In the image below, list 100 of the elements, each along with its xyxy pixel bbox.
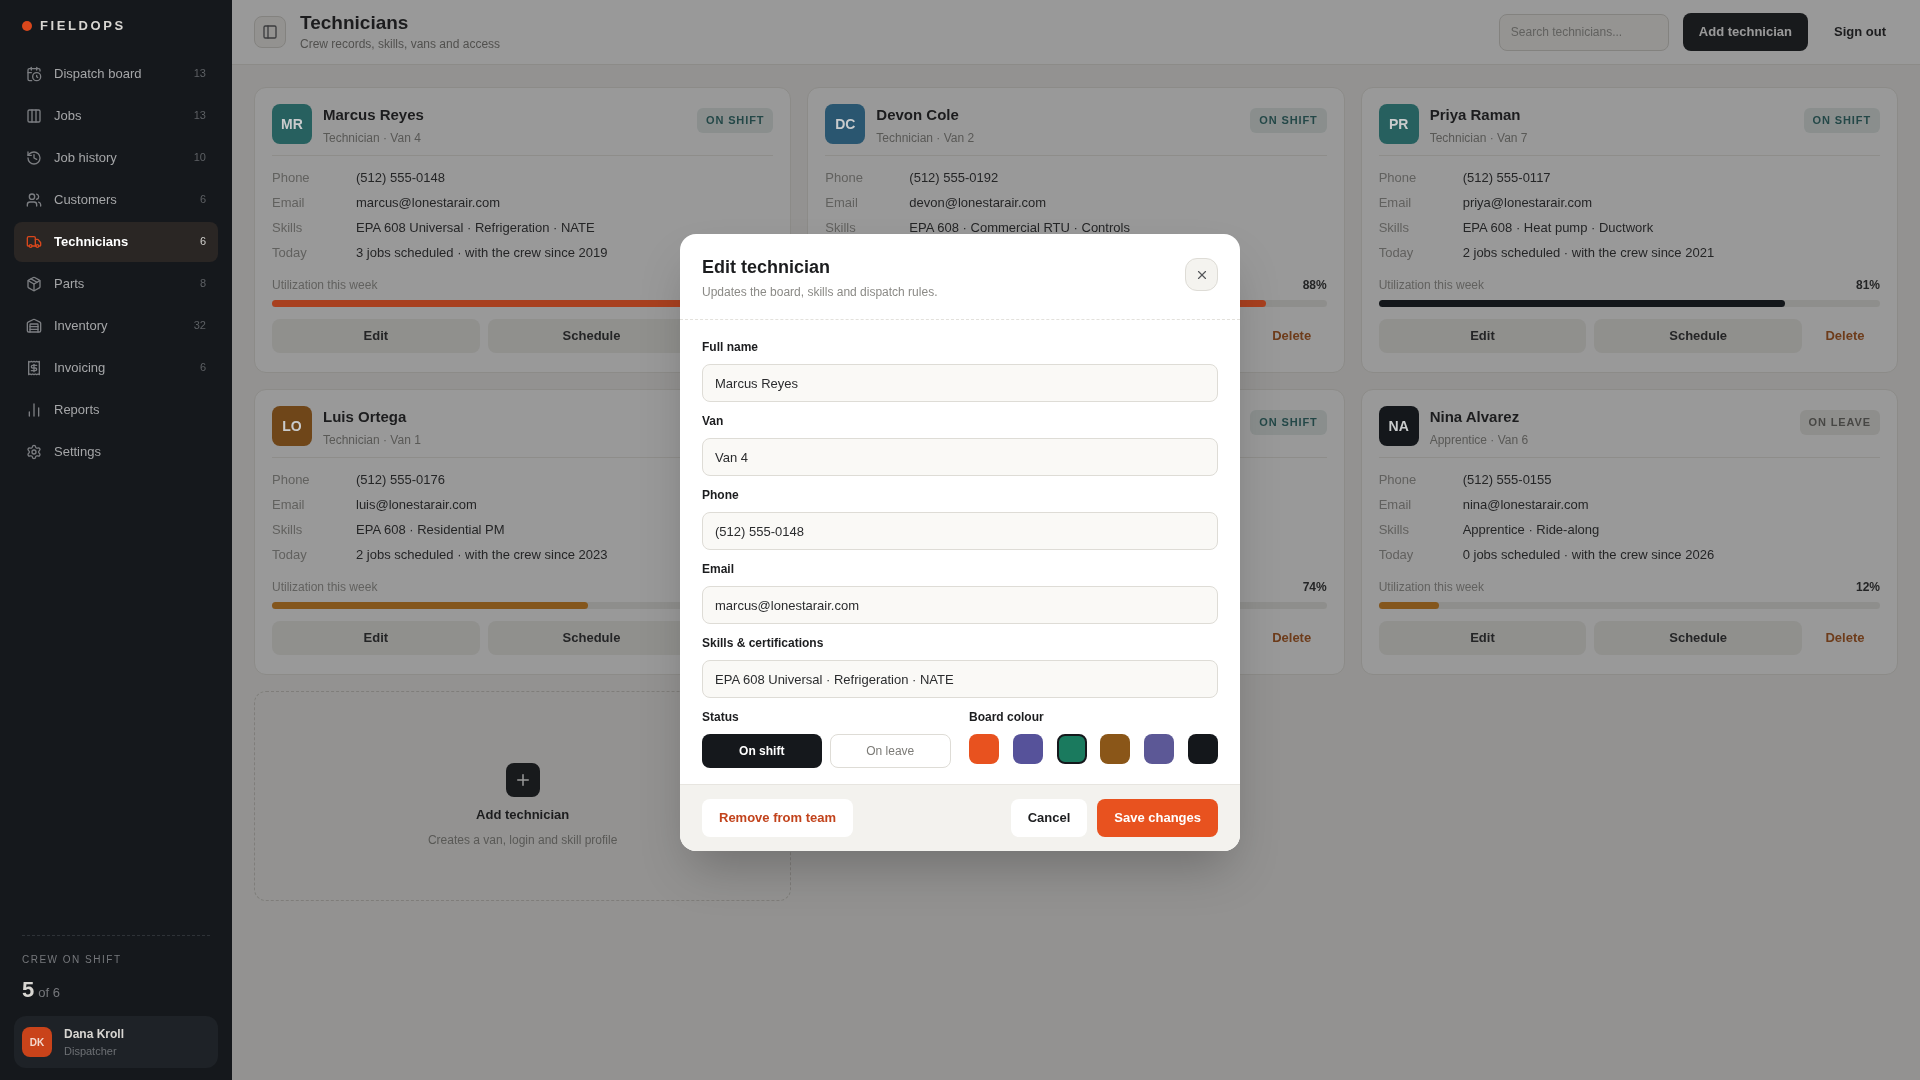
avatar: MR [272, 104, 312, 144]
page-title: Technicians [300, 11, 410, 35]
add-card-description: Creates a van, login and skill profile [427, 831, 618, 849]
field-label: Status [702, 709, 740, 726]
technician-role: Technician · Van 2 [876, 129, 975, 147]
text-field[interactable]: marcus@lonestarair.com [702, 586, 1218, 624]
save-button[interactable]: Save changes [1097, 799, 1218, 837]
nav-item[interactable]: Technicians 6 [14, 221, 218, 262]
detail-value: (512) 555-0148 [356, 169, 445, 187]
detail-value: 3 jobs scheduled · with the crew since 2019 [356, 244, 608, 262]
dialog-subtitle: Updates the board, skills and dispatch rules. [702, 284, 938, 301]
nav-item[interactable]: Inventory 32 [14, 305, 218, 346]
schedule-button[interactable]: Schedule [1594, 621, 1802, 655]
nav-label: Dispatch board [54, 64, 143, 83]
detail-label: Email [272, 194, 306, 212]
cancel-button[interactable]: Cancel [1010, 799, 1088, 837]
add-card-title: Add technician [476, 806, 570, 825]
detail-value: EPA 608 · Heat pump · Ductwork [1462, 219, 1654, 237]
technician-role: Apprentice · Van 6 [1429, 431, 1529, 449]
nav-count: 13 [193, 66, 206, 82]
detail-value: devon@lonestarair.com [909, 194, 1047, 212]
detail-label: Email [1378, 496, 1413, 514]
sign-out-button[interactable]: Sign out [1822, 13, 1898, 51]
nav-item[interactable]: Dispatch board 13 [14, 53, 218, 94]
dialog-title: Edit technician [702, 256, 832, 279]
edit-button[interactable]: Edit [272, 621, 480, 655]
nav-item[interactable]: Customers 6 [14, 179, 218, 220]
user-name: Dana Kroll [64, 1025, 124, 1043]
avatar: PR [1378, 104, 1419, 144]
detail-value: priya@lonestarair.com [1462, 194, 1593, 212]
nav-item[interactable]: Parts 8 [14, 263, 218, 304]
detail-label: Phone [272, 471, 311, 489]
nav-count: 6 [199, 192, 206, 208]
nav-count: 10 [193, 150, 206, 166]
text-field[interactable]: Marcus Reyes [702, 364, 1218, 402]
detail-value: EPA 608 · Commercial RTU · Controls [909, 219, 1130, 237]
detail-value: Apprentice · Ride-along [1462, 521, 1600, 539]
status-badge: ON LEAVE [1799, 410, 1880, 435]
nav-item[interactable]: Job history 10 [14, 137, 218, 178]
user-card[interactable]: DK Dana Kroll Dispatcher [14, 1016, 218, 1068]
detail-label: Phone [1378, 471, 1418, 489]
edit-button[interactable]: Edit [1378, 319, 1587, 353]
nav-item[interactable]: Reports [14, 389, 218, 430]
nav-label: Reports [54, 400, 101, 419]
text-field[interactable]: (512) 555-0148 [702, 512, 1218, 550]
crew-label: CREW ON SHIFT [22, 953, 123, 967]
detail-value: (512) 555-0117 [1462, 169, 1551, 187]
utilization-label: Utilization this week [1378, 579, 1485, 596]
detail-value: (512) 555-0155 [1462, 471, 1552, 489]
detail-label: Email [1378, 194, 1413, 212]
field-label: Email [702, 561, 735, 578]
nav-item[interactable]: Jobs 13 [14, 95, 218, 136]
field-label: Skills & certifications [702, 635, 825, 652]
detail-value: EPA 608 · Residential PM [356, 521, 505, 539]
nav-label: Parts [54, 274, 86, 293]
detail-label: Skills [272, 219, 304, 237]
detail-label: Skills [825, 219, 857, 237]
status-option[interactable]: On shift [702, 734, 822, 768]
utilization-reading: 12% [1855, 579, 1880, 596]
detail-label: Today [1378, 244, 1415, 262]
brand-name: FIELDOPS [40, 17, 126, 35]
technician-name: Marcus Reyes [323, 105, 424, 125]
utilization-label: Utilization this week [272, 579, 378, 596]
avatar: LO [272, 406, 312, 446]
status-option[interactable]: On leave [829, 734, 951, 768]
schedule-button[interactable]: Schedule [1594, 319, 1802, 353]
status-badge: ON SHIFT [1250, 108, 1327, 133]
detail-value: marcus@lonestarair.com [356, 194, 500, 212]
avatar: DC [825, 104, 866, 144]
field-label: Van [702, 413, 725, 430]
avatar: NA [1378, 406, 1419, 446]
nav-count: 6 [199, 360, 206, 376]
detail-value: 2 jobs scheduled · with the crew since 2021 [1462, 244, 1715, 262]
edit-button[interactable]: Edit [1378, 621, 1587, 655]
nav-label: Invoicing [54, 358, 107, 377]
utilization-reading: 74% [1302, 579, 1327, 596]
nav-item[interactable]: Settings [14, 431, 218, 472]
technician-name: Luis Ortega [323, 407, 407, 427]
technician-name: Nina Alvarez [1429, 407, 1520, 427]
utilization-reading: 88% [1302, 277, 1327, 294]
remove-button[interactable]: Remove from team [702, 799, 854, 837]
text-field[interactable]: EPA 608 Universal · Refrigeration · NATE [702, 660, 1218, 698]
user-avatar: DK [22, 1027, 52, 1057]
detail-label: Phone [1378, 169, 1418, 187]
add-technician-button[interactable]: Add technician [1682, 13, 1808, 51]
status-badge: ON SHIFT [1250, 410, 1327, 435]
detail-value: luis@lonestarair.com [356, 496, 477, 514]
detail-label: Today [272, 244, 308, 262]
text-field[interactable]: Van 4 [702, 438, 1218, 476]
field-label: Full name [702, 339, 759, 356]
page-subtitle: Crew records, skills, vans and access [300, 36, 501, 53]
nav-label: Inventory [54, 316, 109, 335]
edit-button[interactable]: Edit [272, 319, 480, 353]
utilization-label: Utilization this week [1378, 277, 1485, 294]
nav-count: 32 [193, 318, 206, 334]
status-badge: ON SHIFT [696, 108, 774, 133]
detail-label: Skills [272, 521, 304, 539]
nav-label: Job history [54, 148, 118, 167]
nav-item[interactable]: Invoicing 6 [14, 347, 218, 388]
nav-label: Jobs [54, 106, 83, 125]
